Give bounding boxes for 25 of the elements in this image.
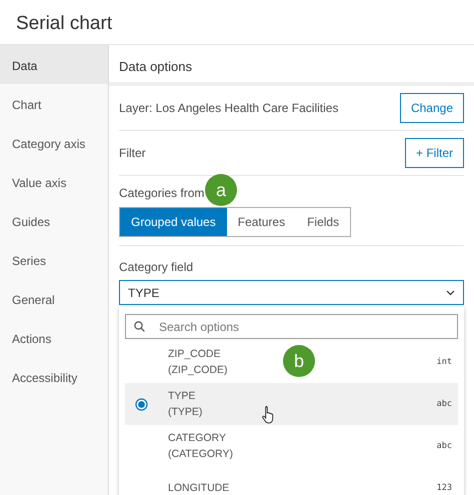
category-select[interactable]: TYPE xyxy=(119,280,464,305)
sidebar-item[interactable]: Data xyxy=(0,45,108,84)
sidebar-item[interactable]: Category axis xyxy=(0,123,108,162)
field-label: Category field xyxy=(119,259,194,276)
change-button[interactable]: Change xyxy=(400,93,464,123)
sidebar-item[interactable]: Value axis xyxy=(0,162,108,201)
filter-label: Filter xyxy=(119,145,146,162)
sidebar-item[interactable]: Series xyxy=(0,240,108,279)
search-box[interactable]: Search options xyxy=(125,314,458,339)
pointer-cursor-icon xyxy=(262,405,276,424)
window-title: Serial chart xyxy=(16,13,112,34)
panel-title: Data options xyxy=(119,59,192,74)
sidebar-item[interactable]: Chart xyxy=(0,84,108,123)
field-label: Categories from xyxy=(119,185,204,202)
layer-label: Layer: Los Angeles Health Care Facilities xyxy=(119,100,338,117)
sidebar-item[interactable]: General xyxy=(0,279,108,318)
sidebar-item[interactable]: Actions xyxy=(0,318,108,357)
search-icon xyxy=(134,321,145,332)
chevron-down-icon xyxy=(446,290,455,296)
sidebar-item[interactable]: Accessibility xyxy=(0,357,108,396)
sidebar-item[interactable]: Guides xyxy=(0,201,108,240)
filter-button[interactable]: + Filter xyxy=(404,138,464,168)
segment-button[interactable]: Grouped values xyxy=(120,208,227,236)
callout-badge: a xyxy=(205,174,237,206)
dropdown-option[interactable]: TYPE (TYPE) abc xyxy=(125,383,458,425)
